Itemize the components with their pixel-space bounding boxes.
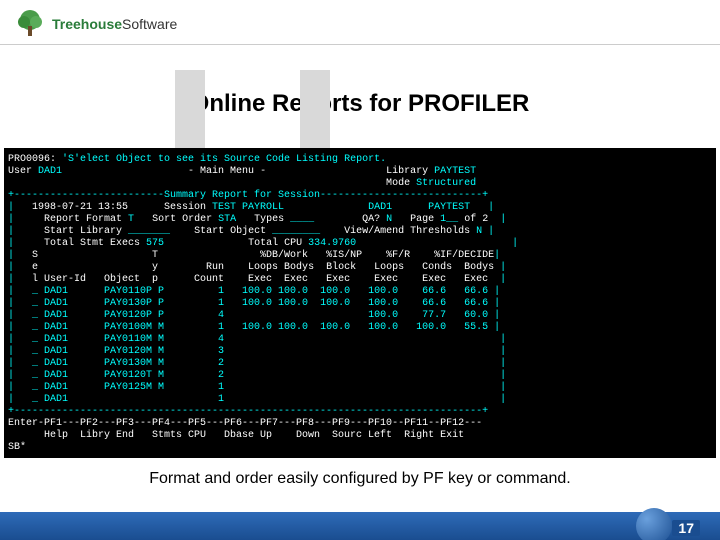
- sort-field[interactable]: STA: [212, 214, 236, 225]
- table-row[interactable]: _ DAD1 PAY0120M M 3: [20, 346, 500, 357]
- divider: [0, 44, 720, 45]
- table-row[interactable]: _ DAD1 PAY0100M M 1 100.0 100.0 100.0 10…: [20, 322, 494, 333]
- tree-icon: [14, 8, 46, 40]
- col-header: l User-Id Object p Count Exec Exec Exec …: [20, 274, 500, 285]
- box-top: +-------------------------Summary Report…: [8, 190, 488, 201]
- table-row[interactable]: _ DAD1 PAY0120T M 2: [20, 370, 500, 381]
- arrow-icon: [175, 70, 205, 150]
- qa-field[interactable]: N: [380, 214, 392, 225]
- start-object-field[interactable]: ________: [272, 226, 320, 237]
- arrow-icon: [300, 70, 330, 150]
- total-cpu: 334.9760: [302, 238, 356, 249]
- table-row[interactable]: _ DAD1 PAY0125M M 1: [20, 382, 500, 393]
- slide-title: Online Reports for PROFILER: [0, 90, 720, 118]
- page-field[interactable]: 1__: [434, 214, 458, 225]
- types-field[interactable]: ____: [290, 214, 314, 225]
- thresholds-field[interactable]: N: [470, 226, 488, 237]
- total-stmt-execs: 575: [140, 238, 164, 249]
- col-header: S T %DB/Work %IS/NP %F/R %IF/DECIDE: [20, 250, 494, 261]
- pf-key-labels[interactable]: Help Libry End Stmts CPU Dbase Up Down S…: [8, 430, 482, 441]
- table-row[interactable]: _ DAD1 PAY0130P P 1 100.0 100.0 100.0 10…: [20, 298, 494, 309]
- sb-indicator: SB*: [8, 442, 26, 453]
- footnote: Format and order easily configured by PF…: [0, 470, 720, 488]
- table-row[interactable]: _ DAD1 PAY0120P P 4 100.0 77.7 60.0: [20, 310, 494, 321]
- box-bottom: +---------------------------------------…: [8, 406, 488, 417]
- col-header: e y Run Loops Bodys Block Loops Conds Bo…: [20, 262, 500, 273]
- library-field[interactable]: PAYTEST: [428, 166, 476, 177]
- format-field[interactable]: T: [122, 214, 134, 225]
- table-row[interactable]: _ DAD1 PAY0110M M 4: [20, 334, 500, 345]
- session-name: TEST PAYROLL: [206, 202, 284, 213]
- table-row[interactable]: _ DAD1 1: [20, 394, 500, 405]
- table-row[interactable]: _ DAD1 PAY0110P P 1 100.0 100.0 100.0 10…: [20, 286, 494, 297]
- slide-number: 17: [672, 520, 700, 536]
- footer-bar: [0, 512, 720, 540]
- table-row[interactable]: _ DAD1 PAY0130M M 2: [20, 358, 500, 369]
- msg-id: PRO0096:: [8, 154, 56, 165]
- logo: TreehouseSoftware: [14, 8, 177, 40]
- user-field[interactable]: DAD1: [32, 166, 62, 177]
- start-library-field[interactable]: _______: [128, 226, 170, 237]
- pf-key-row[interactable]: Enter-PF1---PF2---PF3---PF4---PF5---PF6-…: [8, 418, 482, 429]
- mode-field[interactable]: Structured: [410, 178, 476, 189]
- terminal-screen[interactable]: PRO0096: 'S'elect Object to see its Sour…: [4, 148, 716, 458]
- logo-text: TreehouseSoftware: [52, 16, 177, 32]
